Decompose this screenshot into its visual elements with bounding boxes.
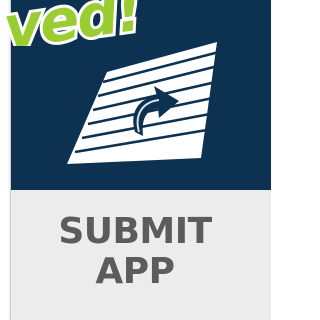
card-title: SUBMIT APP bbox=[11, 212, 259, 292]
submit-app-card[interactable]: SUBMIT APP bbox=[10, 0, 271, 320]
banner-ribbon: ved! bbox=[0, 0, 148, 46]
banner-text: ved! bbox=[0, 0, 145, 46]
card-footer: SUBMIT APP bbox=[11, 190, 271, 320]
card-title-line2: APP bbox=[95, 251, 175, 292]
card-title-line1: SUBMIT bbox=[58, 211, 212, 252]
